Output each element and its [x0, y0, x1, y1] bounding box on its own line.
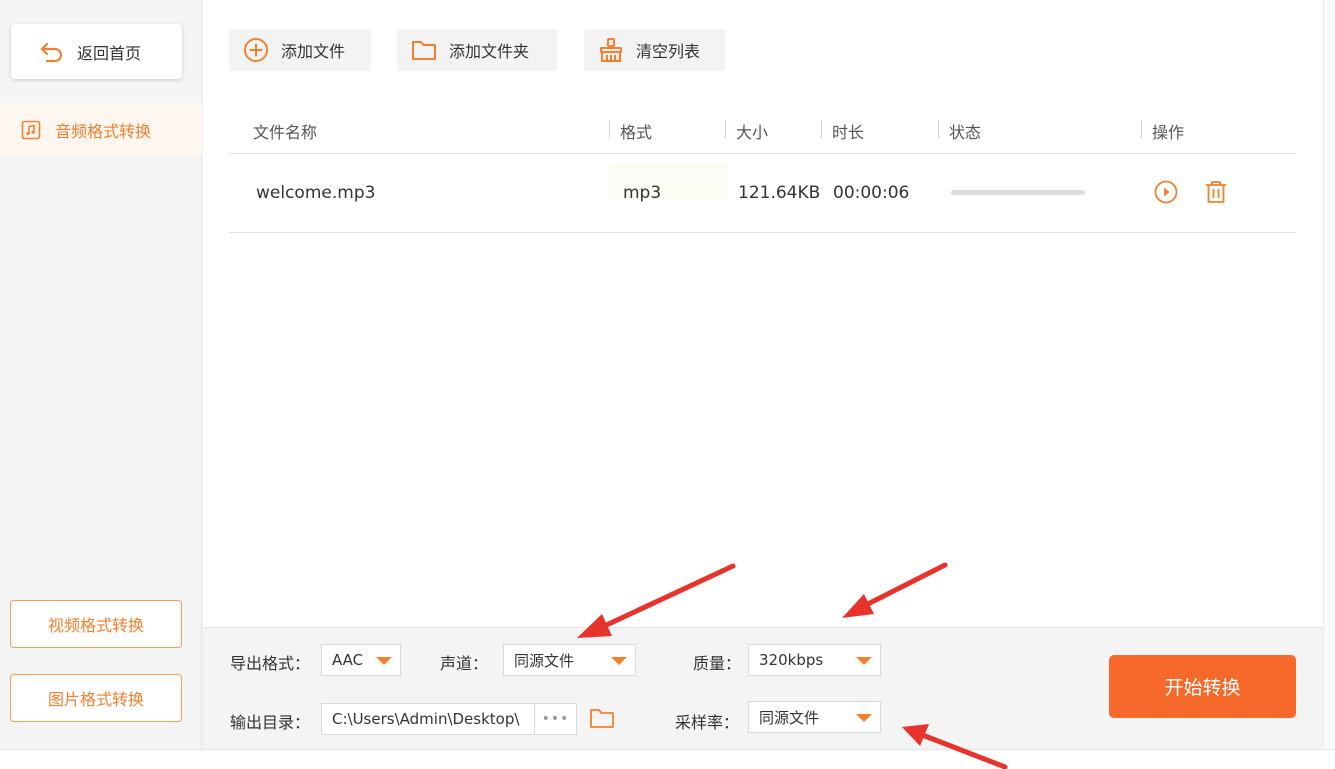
start-convert-button[interactable]: 开始转换	[1109, 655, 1296, 718]
table-row[interactable]: welcome.mp3 mp3 121.64KB 00:00:06	[229, 155, 1296, 233]
clear-list-label: 清空列表	[636, 42, 701, 61]
export-format-label: 导出格式：	[230, 654, 311, 673]
header-size: 大小	[736, 123, 769, 142]
sidebar-item-label: 音频格式转换	[55, 122, 152, 141]
channel-select[interactable]: 同源文件	[503, 644, 636, 676]
output-dir-label: 输出目录：	[230, 713, 311, 732]
header-format: 格式	[620, 123, 653, 142]
dropdown-caret-icon	[856, 657, 872, 665]
add-folder-button[interactable]: 添加文件夹	[397, 29, 557, 71]
image-convert-button[interactable]: 图片格式转换	[10, 674, 182, 722]
duration-cell: 00:00:06	[833, 183, 910, 203]
export-format-value: AAC	[332, 651, 364, 669]
quality-value: 320kbps	[759, 651, 824, 669]
sidebar: 返回首页 音频格式转换 视频格式转换 图片格式转换	[0, 0, 202, 749]
channel-value: 同源文件	[514, 651, 575, 670]
sample-rate-select[interactable]: 同源文件	[748, 701, 881, 733]
column-divider	[821, 120, 822, 138]
broom-icon	[600, 38, 622, 62]
add-folder-label: 添加文件夹	[449, 42, 530, 61]
quality-label: 质量：	[693, 654, 742, 673]
dropdown-caret-icon	[856, 714, 872, 722]
status-progress-bar	[951, 190, 1085, 195]
play-icon[interactable]	[1153, 179, 1179, 205]
dropdown-caret-icon	[611, 657, 627, 665]
output-settings-panel: 导出格式： AAC 声道： 同源文件 质量： 320kbps 输出目录： C:\…	[203, 627, 1323, 749]
video-convert-button[interactable]: 视频格式转换	[10, 600, 182, 648]
main-panel: 添加文件 添加文件夹 清空列表 文件名称 格式 大小 时长 状态 操作 welc…	[203, 0, 1323, 627]
output-dir-value: C:\Users\Admin\Desktop\	[332, 710, 520, 728]
column-divider	[938, 120, 939, 138]
bottom-strip	[0, 749, 1335, 769]
export-format-select[interactable]: AAC	[321, 644, 401, 676]
scrollbar-track[interactable]	[1323, 0, 1335, 749]
back-home-label: 返回首页	[77, 43, 142, 63]
sample-rate-value: 同源文件	[759, 708, 820, 727]
add-file-button[interactable]: 添加文件	[229, 29, 371, 71]
header-duration: 时长	[832, 123, 865, 142]
sidebar-item-audio-convert[interactable]: 音频格式转换	[0, 103, 202, 157]
header-actions: 操作	[1152, 123, 1185, 142]
column-divider	[725, 120, 726, 138]
dropdown-caret-icon	[376, 657, 392, 665]
channel-label: 声道：	[440, 654, 489, 673]
file-name-cell: welcome.mp3	[256, 183, 376, 203]
open-folder-icon[interactable]	[589, 705, 615, 731]
back-home-button[interactable]: 返回首页	[11, 24, 182, 79]
folder-icon	[412, 41, 436, 60]
column-divider	[1141, 120, 1142, 138]
music-note-icon	[21, 120, 41, 140]
sample-rate-label: 采样率：	[675, 713, 740, 732]
add-file-label: 添加文件	[281, 42, 346, 61]
clear-list-button[interactable]: 清空列表	[584, 29, 725, 71]
quality-select[interactable]: 320kbps	[748, 644, 881, 676]
output-dir-field[interactable]: C:\Users\Admin\Desktop\	[321, 703, 535, 735]
header-file-name: 文件名称	[253, 123, 318, 142]
browse-more-button[interactable]: •••	[535, 703, 577, 735]
plus-circle-icon	[244, 38, 268, 62]
format-cell: mp3	[623, 183, 662, 203]
file-table-header: 文件名称 格式 大小 时长 状态 操作	[229, 105, 1296, 154]
trash-icon[interactable]	[1203, 179, 1229, 205]
size-cell: 121.64KB	[738, 183, 821, 203]
undo-arrow-icon	[40, 42, 63, 62]
column-divider	[609, 120, 610, 138]
header-status: 状态	[949, 123, 982, 142]
